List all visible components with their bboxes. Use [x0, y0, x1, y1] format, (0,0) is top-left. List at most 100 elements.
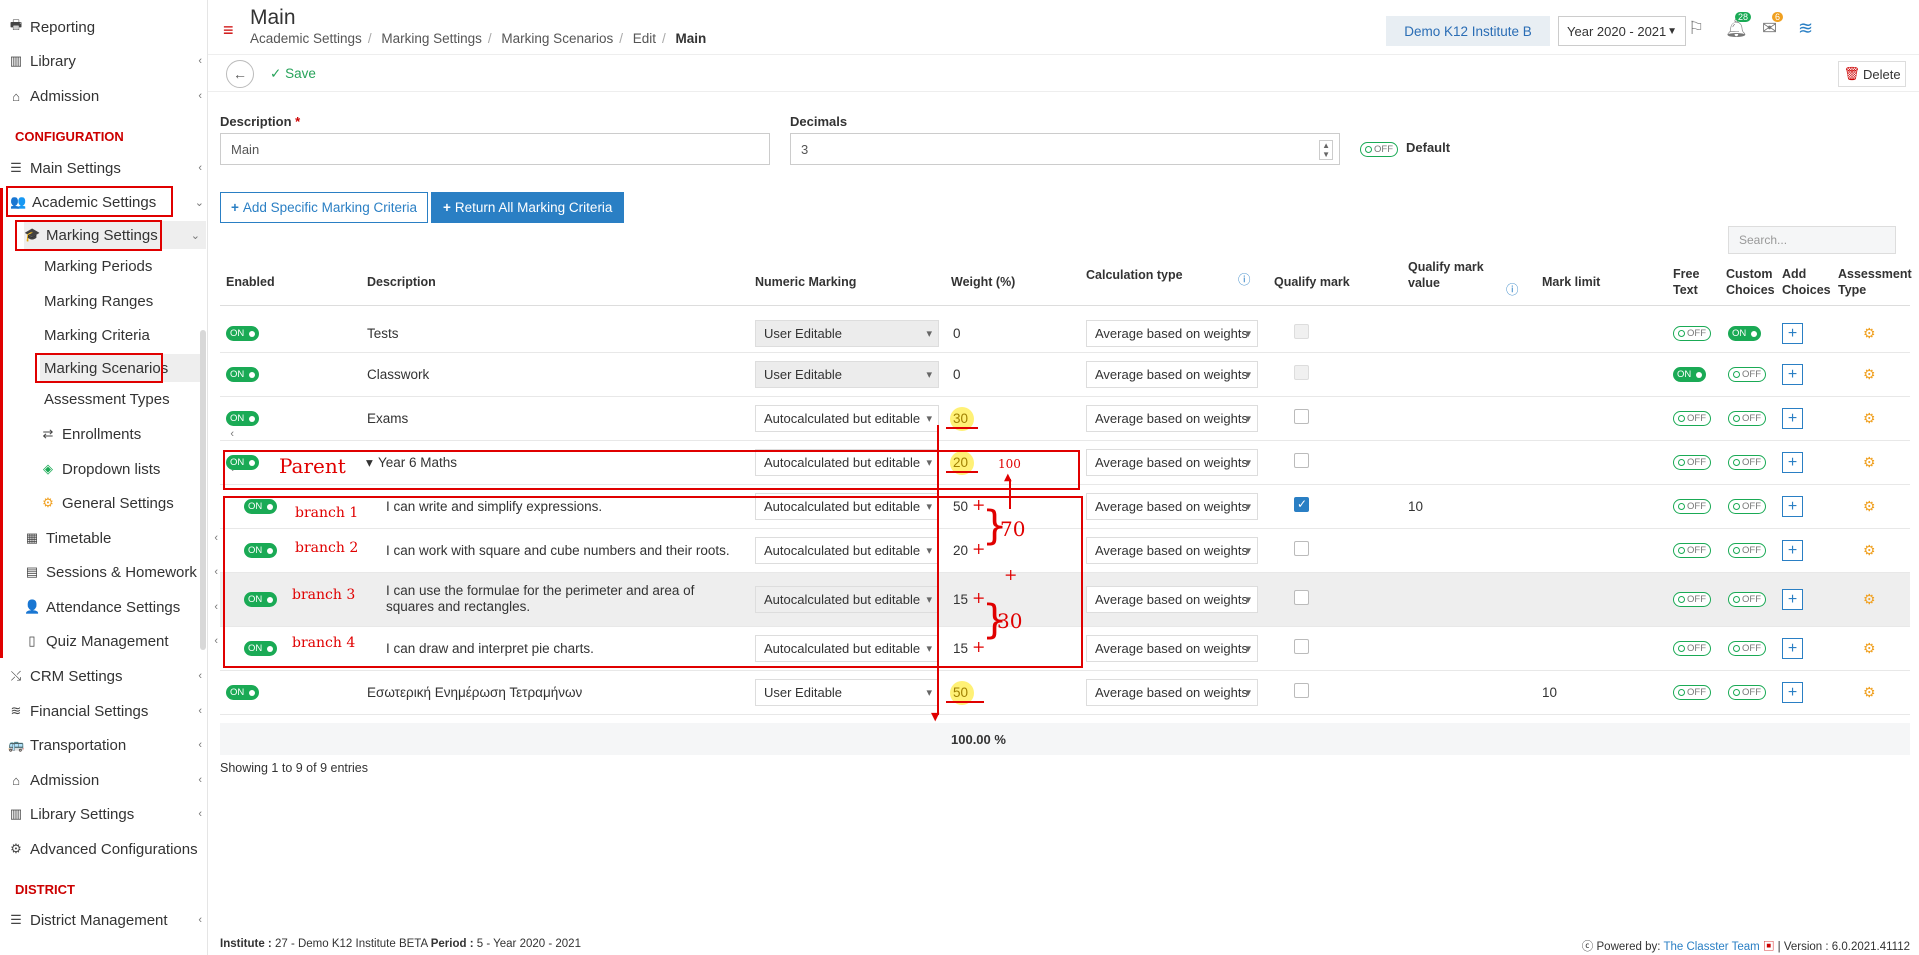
assessment-type-gears-icon[interactable]: ⚙	[1863, 684, 1876, 701]
assessment-type-gears-icon[interactable]: ⚙	[1863, 410, 1876, 427]
assessment-type-gears-icon[interactable]: ⚙	[1863, 454, 1876, 471]
custom-choices-toggle[interactable]: OFF	[1728, 411, 1766, 426]
weight-value[interactable]: 30	[953, 411, 968, 426]
breadcrumb-academic-settings[interactable]: Academic Settings	[250, 31, 362, 46]
qualify-mark-checkbox[interactable]	[1294, 683, 1309, 698]
free-text-toggle[interactable]: OFF	[1673, 411, 1711, 426]
calculation-type-select[interactable]: Average based on weights	[1086, 586, 1258, 613]
search-input[interactable]: Search...	[1728, 226, 1896, 254]
qualify-mark-checkbox[interactable]	[1294, 590, 1309, 605]
calculation-type-select[interactable]: Average based on weights	[1086, 493, 1258, 520]
add-choices-button[interactable]: +	[1782, 408, 1803, 429]
col-calc-type[interactable]: Calculation type	[1086, 267, 1183, 283]
numeric-marking-select[interactable]: User Editable	[755, 361, 939, 388]
sidebar-item-transportation[interactable]: 🚌 Transportation ‹	[8, 731, 208, 759]
qualify-mark-checkbox[interactable]	[1294, 541, 1309, 556]
year-select[interactable]: Year 2020 - 2021 ▼	[1558, 16, 1686, 46]
free-text-toggle[interactable]: OFF	[1673, 326, 1711, 341]
default-toggle[interactable]: OFF	[1360, 140, 1398, 158]
bell-icon[interactable]: 🔔︎ 28	[1725, 12, 1752, 39]
hamburger-menu-icon[interactable]: ≡	[223, 20, 234, 41]
add-choices-button[interactable]: +	[1782, 589, 1803, 610]
calculation-type-select[interactable]: Average based on weights	[1086, 679, 1258, 706]
free-text-toggle[interactable]: OFF	[1673, 499, 1711, 514]
description-input[interactable]: Main	[220, 133, 770, 165]
custom-choices-toggle[interactable]: OFF	[1728, 455, 1766, 470]
col-free-text[interactable]: Free Text	[1673, 266, 1709, 298]
qualify-mark-checkbox[interactable]	[1294, 409, 1309, 424]
assessment-type-gears-icon[interactable]: ⚙	[1863, 366, 1876, 383]
col-weight[interactable]: Weight (%)	[951, 274, 1015, 290]
col-enabled[interactable]: Enabled	[226, 274, 275, 290]
add-choices-button[interactable]: +	[1782, 638, 1803, 659]
add-choices-button[interactable]: +	[1782, 682, 1803, 703]
custom-choices-toggle[interactable]: OFF	[1728, 499, 1766, 514]
decimals-stepper[interactable]: 3 ▲ ▼	[790, 133, 1340, 165]
save-button[interactable]: ✓ Save	[270, 66, 316, 82]
info-icon[interactable]: ⓘ	[1506, 282, 1519, 298]
calculation-type-select[interactable]: Average based on weights	[1086, 320, 1258, 347]
sidebar-item-main-settings[interactable]: ☰ Main Settings ‹	[8, 154, 208, 182]
calculation-type-select[interactable]: Average based on weights	[1086, 361, 1258, 388]
sidebar-item-financial-settings[interactable]: ≋ Financial Settings ‹	[8, 697, 208, 725]
numeric-marking-select[interactable]: Autocalculated but editable	[755, 405, 939, 432]
mark-limit-value[interactable]: 10	[1542, 685, 1557, 700]
free-text-toggle[interactable]: OFF	[1673, 641, 1711, 656]
sidebar-item-dropdown-lists[interactable]: ◈Dropdown lists‹	[40, 455, 240, 483]
col-mark-limit[interactable]: Mark limit	[1542, 274, 1600, 290]
return-all-criteria-button[interactable]: + Return All Marking Criteria	[431, 192, 625, 223]
stepper-arrows-icon[interactable]: ▲ ▼	[1319, 140, 1333, 160]
col-assessment-type[interactable]: Assessment Type	[1838, 266, 1912, 298]
custom-choices-toggle[interactable]: OFF	[1728, 543, 1766, 558]
add-choices-button[interactable]: +	[1782, 540, 1803, 561]
numeric-marking-select[interactable]: User Editable	[755, 679, 939, 706]
qualify-mark-checkbox[interactable]	[1294, 497, 1309, 512]
calculation-type-select[interactable]: Average based on weights	[1086, 449, 1258, 476]
sidebar-item-admission[interactable]: ⌂ Admission ‹	[8, 82, 208, 110]
sidebar-item-marking-periods[interactable]: Marking Periods	[44, 252, 244, 280]
back-button[interactable]: ←	[226, 60, 254, 88]
qualify-mark-value[interactable]: 10	[1408, 499, 1423, 514]
free-text-toggle[interactable]: ON	[1673, 367, 1707, 382]
col-add-choices[interactable]: Add Choices	[1782, 266, 1831, 298]
col-numeric-marking[interactable]: Numeric Marking	[755, 274, 856, 290]
free-text-toggle[interactable]: OFF	[1673, 685, 1711, 700]
free-text-toggle[interactable]: OFF	[1673, 455, 1711, 470]
assessment-type-gears-icon[interactable]: ⚙	[1863, 640, 1876, 657]
add-choices-button[interactable]: +	[1782, 323, 1803, 344]
sidebar-item-admission-config[interactable]: ⌂ Admission ‹	[8, 766, 208, 794]
enabled-toggle[interactable]: ON	[226, 326, 260, 341]
custom-choices-toggle[interactable]: OFF	[1728, 592, 1766, 607]
sidebar-item-advanced-configurations[interactable]: ⚙ Advanced Configurations	[8, 835, 208, 863]
sidebar-item-district-management[interactable]: ☰ District Management ‹	[8, 906, 208, 934]
assessment-type-gears-icon[interactable]: ⚙	[1863, 325, 1876, 342]
weight-value[interactable]: 0	[953, 367, 961, 382]
delete-button[interactable]: 🗑︎ Delete	[1838, 61, 1906, 87]
qualify-mark-checkbox[interactable]	[1294, 639, 1309, 654]
assessment-type-gears-icon[interactable]: ⚙	[1863, 542, 1876, 559]
sidebar-item-crm-settings[interactable]: ⤯ CRM Settings ‹	[8, 662, 208, 690]
calculation-type-select[interactable]: Average based on weights	[1086, 405, 1258, 432]
assessment-type-gears-icon[interactable]: ⚙	[1863, 591, 1876, 608]
calculation-type-select[interactable]: Average based on weights	[1086, 537, 1258, 564]
custom-choices-toggle[interactable]: ON	[1728, 326, 1762, 341]
sidebar-item-sessions-homework[interactable]: ▤ Sessions & Homework ‹	[24, 558, 224, 586]
add-specific-criteria-button[interactable]: + Add Specific Marking Criteria	[220, 192, 428, 223]
add-choices-button[interactable]: +	[1782, 452, 1803, 473]
info-icon[interactable]: ⓘ	[1238, 272, 1251, 288]
col-custom-choices[interactable]: Custom Choices	[1726, 266, 1776, 298]
layers-icon[interactable]: ≋	[1798, 18, 1813, 39]
classter-team-link[interactable]: The Classter Team	[1663, 941, 1759, 953]
flag-icon[interactable]: ⚐	[1688, 18, 1704, 39]
institute-button[interactable]: Demo K12 Institute B	[1386, 16, 1550, 46]
breadcrumb-marking-settings[interactable]: Marking Settings	[381, 31, 482, 46]
weight-value[interactable]: 50	[953, 685, 968, 700]
sidebar-item-marking-ranges[interactable]: Marking Ranges	[44, 287, 244, 315]
enabled-toggle[interactable]: ON	[226, 367, 260, 382]
free-text-toggle[interactable]: OFF	[1673, 592, 1711, 607]
sidebar-item-reporting[interactable]: 🖶 Reporting	[8, 13, 208, 41]
sidebar-item-library-settings[interactable]: ▥ Library Settings ‹	[8, 800, 208, 828]
sidebar-item-quiz-management[interactable]: ▯ Quiz Management ‹	[24, 627, 224, 655]
sidebar-item-enrollments[interactable]: ⇄ Enrollments ‹	[40, 420, 240, 448]
add-choices-button[interactable]: +	[1782, 496, 1803, 517]
